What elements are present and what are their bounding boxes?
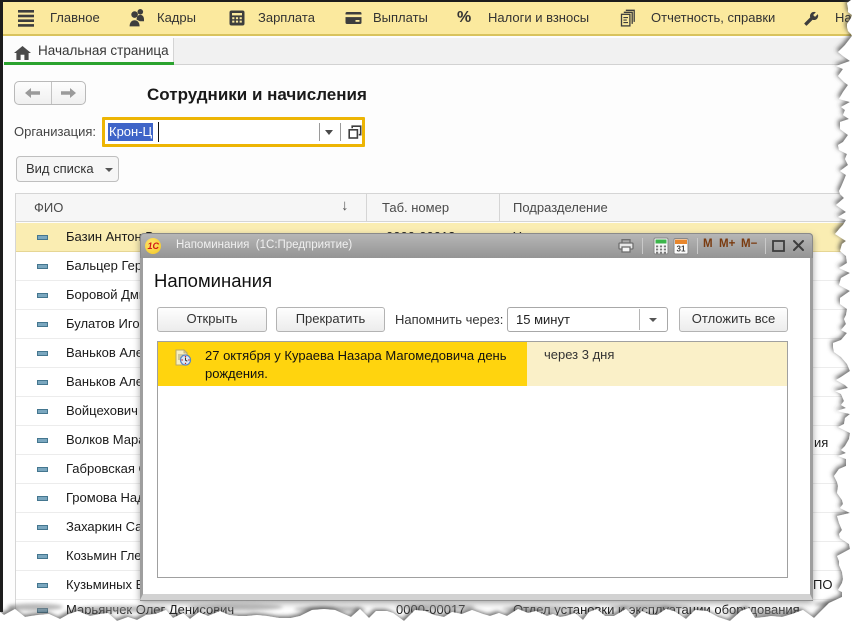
svg-text:31: 31 <box>677 245 686 254</box>
